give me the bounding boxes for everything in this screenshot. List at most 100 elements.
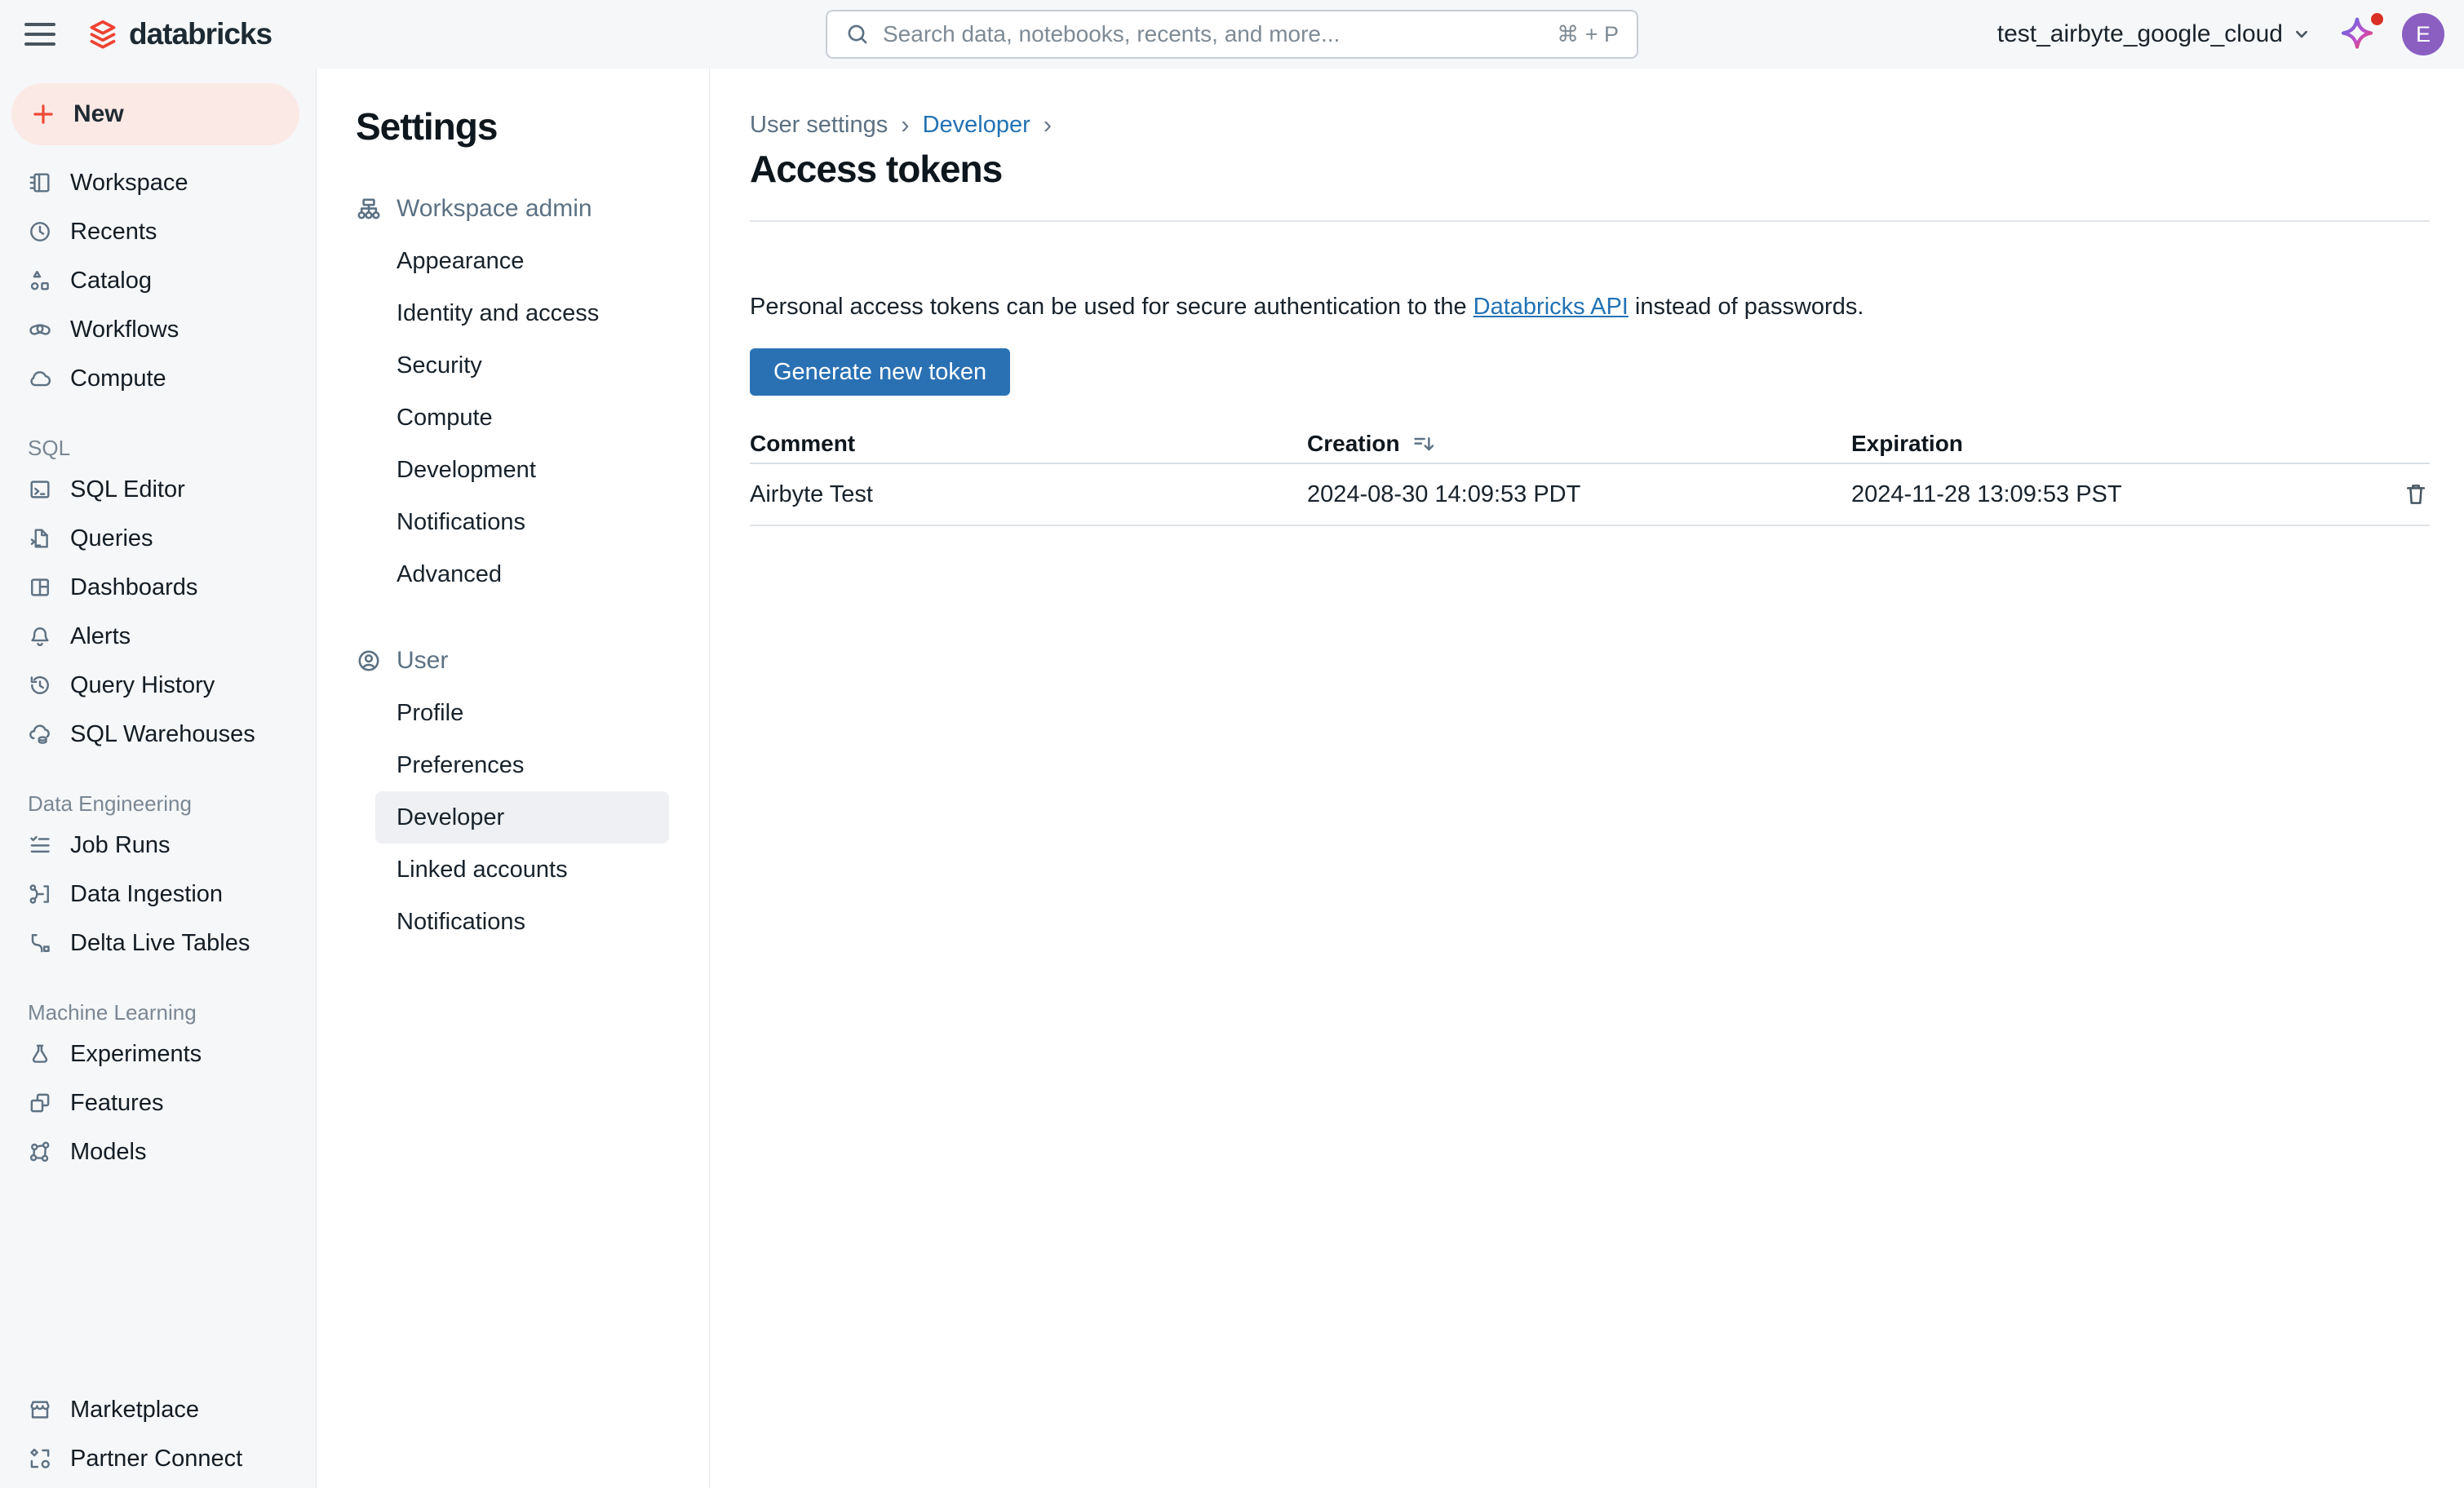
- sidebar-item-query-history[interactable]: Query History: [0, 661, 316, 710]
- workspace-name: test_airbyte_google_cloud: [1997, 20, 2283, 48]
- trash-icon: [2402, 480, 2430, 508]
- title-divider: [750, 220, 2430, 222]
- main-content: User settings › Developer › Access token…: [710, 69, 2464, 1488]
- sidebar-item-queries[interactable]: Queries: [0, 514, 316, 563]
- sidebar-item-label: Recents: [70, 219, 157, 246]
- page-title: Access tokens: [750, 147, 2430, 191]
- sidebar-item-marketplace[interactable]: Marketplace: [0, 1385, 316, 1434]
- breadcrumb-user-settings[interactable]: User settings: [750, 112, 888, 139]
- sidebar-item-label: Models: [70, 1139, 147, 1166]
- cloud-database-icon: [28, 722, 52, 746]
- sidebar-item-label: Query History: [70, 672, 215, 699]
- dashboards-grid-icon: [28, 575, 52, 600]
- token-expiration-cell: 2024-11-28 13:09:53 PST: [1851, 481, 2386, 508]
- settings-item-preferences[interactable]: Preferences: [375, 739, 669, 791]
- sidebar-item-label: Features: [70, 1090, 163, 1117]
- sidebar-item-label: Alerts: [70, 623, 131, 650]
- generate-new-token-button[interactable]: Generate new token: [750, 348, 1010, 396]
- databricks-logo[interactable]: databricks: [86, 17, 272, 51]
- user-avatar[interactable]: E: [2402, 13, 2444, 55]
- flask-icon: [28, 1042, 52, 1066]
- partner-shapes-icon: [28, 1446, 52, 1471]
- ingestion-icon: [28, 882, 52, 906]
- catalog-shapes-icon: [28, 268, 52, 293]
- query-file-icon: [28, 526, 52, 551]
- sidebar-item-models[interactable]: Models: [0, 1127, 316, 1176]
- sidebar-item-data-ingestion[interactable]: Data Ingestion: [0, 870, 316, 919]
- sidebar-item-label: Queries: [70, 525, 153, 552]
- sidebar-item-workspace[interactable]: Workspace: [0, 158, 316, 207]
- settings-title: Settings: [356, 104, 709, 148]
- sidebar-item-label: Job Runs: [70, 832, 171, 859]
- settings-item-developer[interactable]: Developer: [375, 791, 669, 844]
- sidebar-item-workflows[interactable]: Workflows: [0, 305, 316, 354]
- sidebar-item-delta-live-tables[interactable]: Delta Live Tables: [0, 919, 316, 968]
- sidebar-item-label: Workspace: [70, 170, 188, 197]
- sidebar-item-label: SQL Warehouses: [70, 721, 255, 748]
- settings-item-profile[interactable]: Profile: [375, 687, 669, 739]
- sidebar-item-sql-editor[interactable]: SQL Editor: [0, 465, 316, 514]
- sidebar-section-machine-learning: Machine Learning: [0, 995, 316, 1030]
- databricks-api-link[interactable]: Databricks API: [1474, 294, 1629, 320]
- settings-item-advanced[interactable]: Advanced: [375, 548, 669, 600]
- sidebar-item-label: Marketplace: [70, 1397, 199, 1424]
- tokens-table: Comment Creation Expiration Airbyte Test: [750, 425, 2430, 526]
- breadcrumb-separator-icon: ›: [1044, 110, 1052, 140]
- sidebar-item-sql-warehouses[interactable]: SQL Warehouses: [0, 710, 316, 759]
- databricks-logo-text: databricks: [129, 17, 272, 51]
- settings-item-compute[interactable]: Compute: [375, 392, 669, 444]
- search-shortcut-hint: ⌘ + P: [1557, 22, 1619, 47]
- sidebar-item-experiments[interactable]: Experiments: [0, 1030, 316, 1078]
- sql-editor-icon: [28, 477, 52, 502]
- sidebar-item-catalog[interactable]: Catalog: [0, 256, 316, 305]
- databricks-logo-icon: [86, 18, 119, 51]
- sidebar-spacer: [0, 1176, 316, 1385]
- settings-item-development[interactable]: Development: [375, 444, 669, 496]
- sidebar-item-features[interactable]: Features: [0, 1078, 316, 1127]
- topbar: databricks ⌘ + P test_airbyte_google_clo…: [0, 0, 2464, 69]
- settings-item-appearance[interactable]: Appearance: [375, 235, 669, 287]
- pipeline-icon: [28, 931, 52, 955]
- settings-item-security[interactable]: Security: [375, 339, 669, 392]
- workspace-selector[interactable]: test_airbyte_google_cloud: [1997, 20, 2312, 48]
- sidebar-item-alerts[interactable]: Alerts: [0, 612, 316, 661]
- plus-icon: [31, 102, 55, 126]
- checklist-icon: [28, 833, 52, 857]
- main-sidebar: New Workspace Recents: [0, 69, 317, 1488]
- settings-group-workspace-admin: Workspace admin: [356, 193, 709, 225]
- breadcrumb: User settings › Developer ›: [750, 111, 2430, 139]
- workflows-icon: [28, 317, 52, 342]
- user-circle-icon: [356, 648, 382, 674]
- sidebar-item-dashboards[interactable]: Dashboards: [0, 563, 316, 612]
- hamburger-menu-button[interactable]: [24, 20, 55, 49]
- assistant-sparkle-icon[interactable]: [2338, 16, 2376, 53]
- stacked-squares-icon: [28, 1091, 52, 1115]
- new-button[interactable]: New: [11, 83, 299, 145]
- sidebar-item-label: Dashboards: [70, 574, 197, 601]
- settings-item-user-notifications[interactable]: Notifications: [375, 896, 669, 948]
- sidebar-item-label: Data Ingestion: [70, 881, 223, 908]
- sidebar-item-partner-connect[interactable]: Partner Connect: [0, 1434, 316, 1483]
- workspace-icon: [28, 170, 52, 195]
- sidebar-item-label: SQL Editor: [70, 476, 185, 503]
- search-input[interactable]: [883, 21, 1544, 47]
- delete-token-button[interactable]: [2402, 480, 2430, 508]
- token-comment-cell: Airbyte Test: [750, 481, 1307, 508]
- token-table-row: Airbyte Test 2024-08-30 14:09:53 PDT 202…: [750, 464, 2430, 526]
- sidebar-item-label: Delta Live Tables: [70, 930, 250, 957]
- settings-item-notifications[interactable]: Notifications: [375, 496, 669, 548]
- settings-item-linked-accounts[interactable]: Linked accounts: [375, 844, 669, 896]
- chevron-down-icon: [2291, 24, 2312, 45]
- column-header-expiration: Expiration: [1851, 431, 2386, 457]
- description-text: Personal access tokens can be used for s…: [750, 294, 2430, 321]
- breadcrumb-developer[interactable]: Developer: [923, 112, 1030, 139]
- sidebar-item-label: Compute: [70, 365, 166, 392]
- column-header-creation[interactable]: Creation: [1307, 431, 1851, 457]
- sidebar-item-recents[interactable]: Recents: [0, 207, 316, 256]
- sidebar-item-job-runs[interactable]: Job Runs: [0, 821, 316, 870]
- bell-icon: [28, 624, 52, 649]
- storefront-icon: [28, 1397, 52, 1422]
- notification-dot: [2371, 13, 2383, 25]
- settings-item-identity-and-access[interactable]: Identity and access: [375, 287, 669, 339]
- sidebar-item-compute[interactable]: Compute: [0, 354, 316, 403]
